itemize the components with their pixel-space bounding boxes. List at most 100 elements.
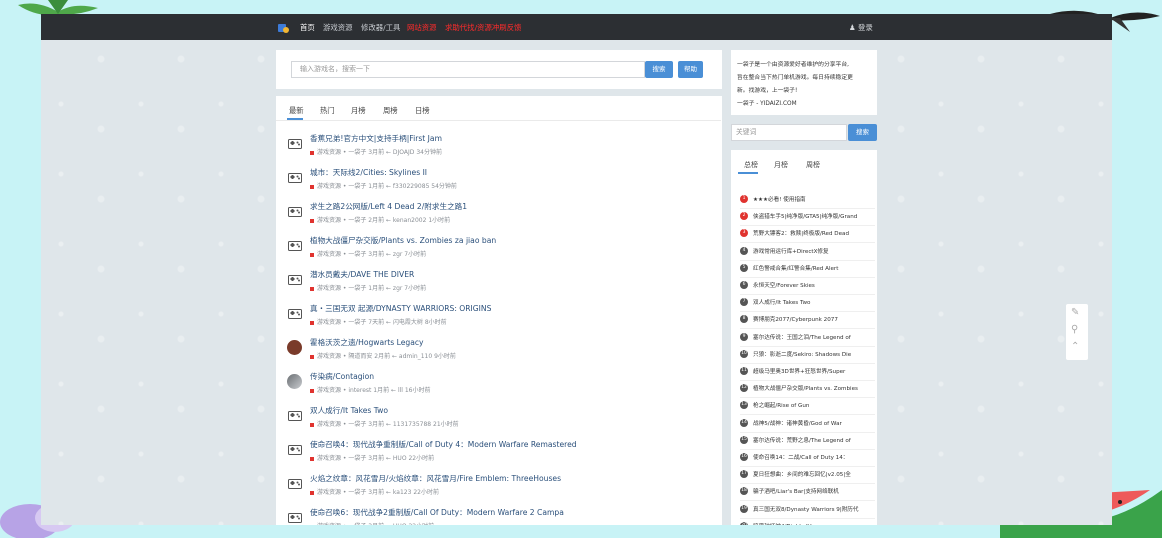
game-controller-icon[interactable] [288, 206, 302, 218]
keyword-search-button[interactable]: 搜索 [848, 124, 877, 141]
game-controller-icon[interactable] [288, 444, 302, 456]
back-to-top-icon[interactable]: ⌃ [1071, 341, 1079, 352]
post-title[interactable]: 火焰之纹章：风花雪月/火焰纹章：风花雪月/Fire Emblem: ThreeH… [310, 473, 561, 484]
post-item[interactable]: 潜水员戴夫/DAVE THE DIVER 游戏资源 • 一袋子 1月前 ← zgr… [276, 266, 721, 300]
post-title[interactable]: 求生之路2公网版/Left 4 Dead 2/附求生之路1 [310, 201, 467, 212]
rank-title[interactable]: 双人成行/It Takes Two [753, 298, 875, 306]
rank-title[interactable]: 游戏常用运行库+DirectX修复 [753, 247, 875, 255]
game-controller-icon[interactable] [288, 308, 302, 320]
ranking-item[interactable]: 14 战神5/战神：诸神黄昏/God of War [740, 416, 875, 433]
tab-latest[interactable]: 最新 [289, 106, 304, 116]
rank-title[interactable]: 超级马里奥3D世界+狂怒世界/Super [753, 367, 875, 375]
rank-title[interactable]: 植物大战僵尸杂交版/Plants vs. Zombies [753, 384, 875, 392]
ranking-item[interactable]: 2 侠盗猎车手5|纯净版/GTA5|纯净版/Grand [740, 209, 875, 227]
ranking-item[interactable]: 7 双人成行/It Takes Two [740, 295, 875, 313]
post-title[interactable]: 城市：天际线2/Cities: Skylines II [310, 167, 427, 178]
rank-title[interactable]: 战神5/战神：诸神黄昏/God of War [753, 419, 875, 427]
ranking-item[interactable]: 5 红色警戒合集/红警合集/Red Alert [740, 261, 875, 278]
game-controller-icon[interactable] [288, 172, 302, 184]
rank-title[interactable]: 枪之崛起/Rise of Gun [753, 401, 875, 409]
ranking-item[interactable]: 1 ★★★必看! 使用指南 [740, 192, 875, 209]
rank-title[interactable]: 夏日狂想曲：乡间的难忘回忆|v2.05|全 [753, 470, 875, 478]
rank-title[interactable]: 塞尔达传说：荒野之息/The Legend of [753, 436, 875, 444]
ranking-item[interactable]: 10 只狼：影逝二度/Sekiro: Shadows Die [740, 347, 875, 364]
post-item[interactable]: 香蕉兄弟!官方中文|支持手柄|First Jam 游戏资源 • 一袋子 3月前 ←… [276, 130, 721, 164]
search-button[interactable]: 搜索 [645, 61, 673, 78]
ranking-item[interactable]: 11 超级马里奥3D世界+狂怒世界/Super [740, 364, 875, 381]
ranking-item[interactable]: 8 赛博朋克2077/Cyberpunk 2077 [740, 312, 875, 330]
post-item[interactable]: 火焰之纹章：风花雪月/火焰纹章：风花雪月/Fire Emblem: ThreeH… [276, 470, 721, 504]
nav-site-resources[interactable]: 网站资源 [407, 22, 437, 33]
post-title[interactable]: 潜水员戴夫/DAVE THE DIVER [310, 269, 414, 280]
game-controller-icon[interactable] [288, 410, 302, 422]
post-title[interactable]: 传染病/Contagion [310, 371, 374, 382]
post-meta: 游戏资源 • 一袋子 1月前 ← zgr 7小时前 [310, 283, 426, 292]
post-title[interactable]: 使命召唤4：现代战争重制版/Call of Duty 4：Modern Warf… [310, 439, 577, 450]
rank-tab-total[interactable]: 总榜 [744, 160, 758, 170]
game-controller-icon[interactable] [288, 478, 302, 490]
nav-trainers-tools[interactable]: 修改器/工具 [361, 22, 400, 33]
post-item[interactable]: 城市：天际线2/Cities: Skylines II 游戏资源 • 一袋子 1月… [276, 164, 721, 198]
game-controller-icon[interactable] [288, 274, 302, 286]
post-title[interactable]: 真・三国无双 起源/DYNASTY WARRIORS: ORIGINS [310, 303, 491, 314]
post-item[interactable]: 使命召唤6：现代战争2重制版/Call Of Duty：Modern Warfa… [276, 504, 721, 525]
rank-title[interactable]: 只狼：影逝二度/Sekiro: Shadows Die [753, 350, 875, 358]
help-button[interactable]: 帮助 [678, 61, 703, 78]
post-item[interactable]: 传染病/Contagion 游戏资源 • interest 1月前 ← lll 1… [276, 368, 721, 402]
post-item[interactable]: 真・三国无双 起源/DYNASTY WARRIORS: ORIGINS 游戏资源 … [276, 300, 721, 334]
post-title[interactable]: 双人成行/It Takes Two [310, 405, 388, 416]
ranking-item[interactable]: 6 永恒天空/Forever Skies [740, 278, 875, 295]
rank-title[interactable]: 红色警戒合集/红警合集/Red Alert [753, 264, 875, 272]
rank-title[interactable]: 永恒天空/Forever Skies [753, 281, 875, 289]
post-item[interactable]: 双人成行/It Takes Two 游戏资源 • 一袋子 3月前 ← 113173… [276, 402, 721, 436]
post-item[interactable]: 求生之路2公网版/Left 4 Dead 2/附求生之路1 游戏资源 • 一袋子 … [276, 198, 721, 232]
game-controller-icon[interactable] [288, 240, 302, 252]
ranking-item[interactable]: 3 荒野大镖客2：救赎|终极版/Red Dead [740, 226, 875, 244]
edit-icon[interactable]: ✎ [1071, 307, 1079, 318]
ranking-item[interactable]: 9 塞尔达传说：王国之泪/The Legend of [740, 330, 875, 347]
post-item[interactable]: 使命召唤4：现代战争重制版/Call of Duty 4：Modern Warf… [276, 436, 721, 470]
rank-title[interactable]: 赛博朋克2077/Cyberpunk 2077 [753, 315, 875, 323]
rank-title[interactable]: 使命召唤14：二战/Call of Duty 14： [753, 453, 875, 461]
game-controller-icon[interactable] [288, 138, 302, 150]
user-avatar[interactable] [287, 374, 302, 389]
user-avatar[interactable] [287, 340, 302, 355]
ranking-item[interactable]: 13 枪之崛起/Rise of Gun [740, 398, 875, 416]
game-search-input[interactable]: 输入游戏名，搜索一下 [291, 61, 645, 78]
post-title[interactable]: 植物大战僵尸杂交版/Plants vs. Zombies za jiao ban [310, 235, 496, 246]
rank-title[interactable]: 侠盗猎车手5|纯净版/GTA5|纯净版/Grand [753, 212, 875, 220]
post-item[interactable]: 霍格沃茨之遗/Hogwarts Legacy 游戏资源 • 隔道而安 2月前 ← … [276, 334, 721, 368]
ranking-item[interactable]: 15 塞尔达传说：荒野之息/The Legend of [740, 433, 875, 450]
rank-title[interactable]: 荒野大镖客2：救赎|终极版/Red Dead [753, 229, 875, 237]
rank-title[interactable]: 塞尔达传说：王国之泪/The Legend of [753, 333, 875, 341]
post-title[interactable]: 使命召唤6：现代战争2重制版/Call Of Duty：Modern Warfa… [310, 507, 564, 518]
nav-request-feedback[interactable]: 求助代找/资源冲刷反馈 [445, 22, 521, 33]
ranking-item[interactable]: 4 游戏常用运行库+DirectX修复 [740, 244, 875, 261]
ranking-item[interactable]: 20 暗黑破坏神4/Diablo IV [740, 519, 875, 525]
search-icon[interactable]: ⚲ [1071, 324, 1078, 335]
keyword-search-input[interactable]: 关键词 [731, 124, 847, 141]
ranking-item[interactable]: 19 真三国无双8/Dynasty Warriors 9|附历代 [740, 502, 875, 519]
post-title[interactable]: 霍格沃茨之遗/Hogwarts Legacy [310, 337, 424, 348]
rank-title[interactable]: 暗黑破坏神4/Diablo IV [753, 522, 875, 525]
site-logo-icon[interactable] [277, 21, 289, 33]
ranking-item[interactable]: 17 夏日狂想曲：乡间的难忘回忆|v2.05|全 [740, 467, 875, 485]
nav-home[interactable]: 首页 [300, 22, 315, 33]
tab-hot[interactable]: 热门 [320, 106, 335, 116]
rank-title[interactable]: 骗子酒吧/Liar's Bar|支持网络联机 [753, 487, 875, 495]
rank-tab-week[interactable]: 周榜 [806, 160, 820, 170]
rank-title[interactable]: 真三国无双8/Dynasty Warriors 9|附历代 [753, 505, 875, 513]
game-controller-icon[interactable] [288, 512, 302, 524]
rank-tab-month[interactable]: 月榜 [774, 160, 788, 170]
tab-daily[interactable]: 日榜 [415, 106, 430, 116]
tab-weekly[interactable]: 周榜 [383, 106, 398, 116]
ranking-item[interactable]: 16 使命召唤14：二战/Call of Duty 14： [740, 450, 875, 467]
login-link[interactable]: ♟ 登录 [849, 22, 873, 33]
ranking-item[interactable]: 18 骗子酒吧/Liar's Bar|支持网络联机 [740, 484, 875, 502]
rank-title[interactable]: ★★★必看! 使用指南 [753, 195, 875, 203]
ranking-item[interactable]: 12 植物大战僵尸杂交版/Plants vs. Zombies [740, 381, 875, 399]
tab-monthly[interactable]: 月榜 [351, 106, 366, 116]
post-title[interactable]: 香蕉兄弟!官方中文|支持手柄|First Jam [310, 133, 442, 144]
nav-game-resources[interactable]: 游戏资源 [323, 22, 353, 33]
post-item[interactable]: 植物大战僵尸杂交版/Plants vs. Zombies za jiao ban… [276, 232, 721, 266]
